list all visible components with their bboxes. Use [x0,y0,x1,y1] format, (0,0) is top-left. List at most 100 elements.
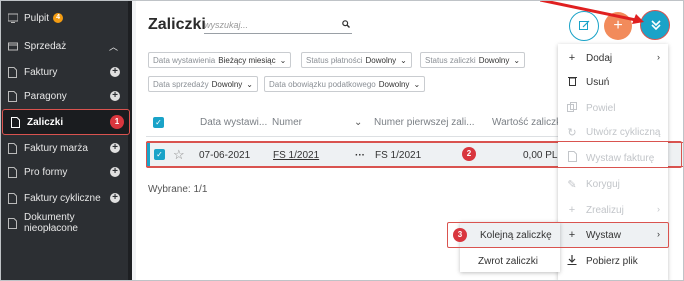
menu-item-koryguj[interactable]: ✎ Koryguj [558,172,668,196]
search-input[interactable]: wyszukaj... [204,20,352,34]
download-icon [566,254,578,268]
submenu-item-kolejna-zaliczka[interactable]: Kolejną zaliczkę [460,223,560,247]
menu-item-zrealizuj[interactable]: + Zrealizuj › [558,198,668,222]
sidebar-item-label: Sprzedaż [24,40,67,52]
chevron-up-icon[interactable]: ︿ [109,40,118,53]
column-header-value[interactable]: Wartość zaliczki [492,117,563,128]
sales-icon [8,41,18,52]
plus-icon: + [568,52,576,64]
filter-value: Bieżący miesiąc [218,55,276,65]
filter-data-obowiazku-podatkowego[interactable]: Data obowiązku podatkowego Dowolny ⌄ [264,76,426,92]
menu-item-usun[interactable]: Usuń [558,70,668,94]
menu-item-label: Zrealizuj [586,204,624,216]
add-circle-icon[interactable]: + [110,193,120,203]
filter-value: Dowolny [365,55,397,65]
divider [146,136,558,137]
submenu-item-label: Kolejną zaliczkę [480,229,552,241]
column-header-number[interactable]: Numer [272,117,302,128]
chevron-right-icon: › [657,52,660,62]
sort-chevron-icon[interactable]: ⌄ [354,117,362,128]
menu-item-label: Wystaw [586,229,621,241]
selection-count: Wybrane: 1/1 [148,184,208,195]
sidebar-item-pro-formy[interactable]: Pro formy + [0,160,128,184]
sidebar-item-label: Faktury cykliczne [24,192,101,204]
sidebar-item-label: Dokumenty nieopłacone [24,212,78,234]
menu-item-powiel[interactable]: Powiel [558,96,668,120]
filter-label: Data sprzedaży [153,79,209,89]
filter-label: Data obowiązku podatkowego [269,79,376,89]
chevron-down-icon: ⌄ [413,79,421,89]
sidebar-item-sprzedaz[interactable]: Sprzedaż ︿ [0,34,128,58]
filter-data-wystawienia[interactable]: Data wystawienia Bieżący miesiąc ⌄ [148,52,292,68]
chevron-right-icon: › [657,204,660,214]
filter-value: Dowolny [378,79,410,89]
menu-item-label: Usuń [586,76,610,88]
sidebar-item-faktury-cykliczne[interactable]: Faktury cykliczne + [0,186,128,210]
filter-label: Data wystawienia [153,55,216,65]
chevron-down-icon: ⌄ [246,79,253,89]
submenu-item-label: Zwrot zaliczki [478,255,539,267]
add-circle-icon[interactable]: + [110,67,120,77]
row-checkbox[interactable]: ✓ [154,149,165,160]
wystaw-submenu: Kolejną zaliczkę Zwrot zaliczki [460,222,560,272]
menu-item-dodaj[interactable]: + Dodaj › [558,46,668,70]
sidebar-item-dokumenty-nieoplacone[interactable]: Dokumenty nieopłacone [0,211,128,235]
sidebar-item-label: Pulpit [24,12,50,24]
step-badge: 1 [110,115,124,129]
step-badge: 2 [462,147,476,161]
star-icon[interactable]: ☆ [173,147,185,163]
sidebar: Pulpit 4 Sprzedaż ︿ Faktury + Paragony +… [0,0,132,281]
invoice-icon [566,151,578,165]
sidebar-item-label: Faktury [24,66,58,78]
document-icon [11,116,21,128]
double-chevron-down-icon [650,19,662,34]
document-icon [8,192,18,204]
column-header-date[interactable]: Data wystawi... [200,117,267,128]
menu-item-wystaw-fakture[interactable]: Wystaw fakturę [558,146,668,170]
menu-item-label: Pobierz plik [586,255,638,267]
row-number-link[interactable]: FS 1/2021 [273,150,319,161]
copy-icon [566,101,578,115]
sidebar-item-pulpit[interactable]: Pulpit 4 [0,6,128,30]
row-selection-bar [147,143,150,166]
row-date: 07-06-2021 [199,150,251,161]
add-circle-icon[interactable]: + [110,143,120,153]
sidebar-item-faktury-marza[interactable]: Faktury marża + [0,136,128,160]
filter-status-zaliczki[interactable]: Status zaliczki Dowolny ⌄ [420,52,526,68]
filter-label: Status płatności [306,55,363,65]
actions-menu: + Dodaj › Usuń Powiel ↻ Utwórz cykliczną… [558,44,668,281]
menu-item-label: Koryguj [586,178,620,190]
menu-item-label: Wystaw fakturę [586,152,655,164]
document-icon [8,217,18,229]
menu-item-utworz-cykliczna[interactable]: ↻ Utwórz cykliczną [558,120,668,144]
sidebar-item-paragony[interactable]: Paragony + [0,84,128,108]
sidebar-item-label: Pro formy [24,166,68,178]
chevron-down-icon: ⌄ [279,55,287,65]
add-circle-icon[interactable]: + [110,91,120,101]
cycle-icon: ↻ [567,126,577,139]
sidebar-item-label: Paragony [24,90,67,102]
sidebar-item-label: Faktury marża [24,142,88,154]
filter-label: Status zaliczki [425,55,476,65]
chevron-down-icon: ⌄ [513,55,521,65]
plus-icon: + [568,204,576,216]
row-first-number: FS 1/2021 [375,150,422,161]
submenu-item-zwrot-zaliczki[interactable]: Zwrot zaliczki [460,249,560,273]
document-icon [8,90,18,102]
chevron-right-icon: › [657,229,660,239]
step-badge: 3 [453,228,467,242]
filter-data-sprzedazy[interactable]: Data sprzedaży Dowolny ⌄ [148,76,258,92]
menu-item-pobierz-plik[interactable]: Pobierz plik [558,249,668,273]
notification-badge: 4 [53,13,64,23]
document-icon [8,166,18,178]
menu-item-wystaw[interactable]: + Wystaw › [558,223,668,247]
menu-item-label: Powiel [586,102,616,114]
document-icon [8,142,18,154]
column-header-first-number[interactable]: Numer pierwszej zali... [374,117,475,128]
filter-value: Dowolny [478,55,510,65]
row-more-icon[interactable]: ··· [355,150,365,161]
search-icon[interactable] [342,20,350,30]
sidebar-item-faktury[interactable]: Faktury + [0,60,128,84]
add-circle-icon[interactable]: + [110,167,120,177]
filter-status-platnosci[interactable]: Status płatności Dowolny ⌄ [301,52,412,68]
